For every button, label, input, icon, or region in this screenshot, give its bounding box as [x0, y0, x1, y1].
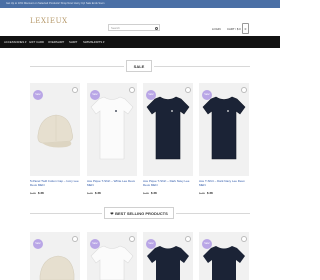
wishlist-heart-icon[interactable]: [72, 236, 78, 242]
product-price: $ 45 $ 38: [30, 191, 44, 195]
sale-badge: Sale!: [33, 90, 43, 100]
old-price: $ 45: [87, 191, 93, 195]
wishlist-heart-icon[interactable]: [129, 87, 135, 93]
sale-badge: Sale!: [33, 239, 43, 249]
announcement-bar: Get Up to 10% Discount on Selected Produ…: [0, 0, 280, 8]
nav-item-swimshorts[interactable]: SWIMSHORTS ▾: [83, 36, 104, 48]
cart-count-badge[interactable]: 0: [242, 23, 249, 34]
product-title[interactable]: Ace Pique T-Shirt – Dark Navy Lee Deux M…: [143, 179, 193, 187]
wishlist-heart-icon[interactable]: [241, 87, 247, 93]
main-nav: ACCESSORIES ▾ GIFT CARD OVERSHIRT SHIRT …: [0, 36, 280, 48]
divider: [154, 66, 250, 67]
best-selling-title-text: BEST SELLING PRODUCTS: [115, 211, 168, 216]
new-price: $ 38: [94, 191, 101, 195]
product-title[interactable]: 5-Panel Twill Cotton Cap – Ivory Lee Deu…: [30, 179, 80, 187]
wishlist-heart-icon[interactable]: [241, 236, 247, 242]
new-price: $ 38: [150, 191, 157, 195]
cart-link[interactable]: CART / $ 0: [227, 27, 241, 31]
wishlist-heart-icon[interactable]: [129, 236, 135, 242]
best-selling-title: ❤ BEST SELLING PRODUCTS: [104, 207, 174, 219]
site-logo[interactable]: LEXIEUX: [30, 17, 68, 25]
product-image[interactable]: Sale!: [143, 83, 193, 176]
product-image[interactable]: Sale!: [87, 83, 137, 176]
nav-item-overshirt[interactable]: OVERSHIRT: [48, 36, 64, 48]
product-title[interactable]: Ace T-Shirt – Dark Navy Lee Deux MEN: [199, 179, 249, 187]
product-price: $ 45 $ 38: [199, 191, 213, 195]
product-price: $ 45 $ 38: [143, 191, 157, 195]
product-image[interactable]: Sale!: [30, 232, 80, 280]
search-icon[interactable]: [154, 26, 158, 30]
best-selling-section-heading: ❤ BEST SELLING PRODUCTS: [0, 207, 280, 219]
old-price: $ 45: [143, 191, 149, 195]
wishlist-heart-icon[interactable]: [72, 87, 78, 93]
nav-item-accessories[interactable]: ACCESSORIES ▾: [4, 36, 26, 48]
sale-badge: Sale!: [146, 239, 156, 249]
old-price: $ 45: [199, 191, 205, 195]
product-image[interactable]: Sale!: [199, 232, 249, 280]
site-header: LEXIEUX Search LOGIN CART / $ 0 0: [0, 8, 280, 36]
wishlist-heart-icon[interactable]: [185, 236, 191, 242]
new-price: $ 38: [37, 191, 44, 195]
sale-badge: Sale!: [202, 90, 212, 100]
heart-icon: ❤: [110, 211, 114, 216]
sale-badge: Sale!: [90, 239, 100, 249]
wishlist-heart-icon[interactable]: [185, 87, 191, 93]
product-image[interactable]: Sale!: [87, 232, 137, 280]
product-image[interactable]: Sale!: [143, 232, 193, 280]
sale-title: SALE: [126, 60, 152, 72]
sale-badge: Sale!: [146, 90, 156, 100]
nav-item-gift-card[interactable]: GIFT CARD: [29, 36, 44, 48]
product-title[interactable]: Ace Pique T-Shirt – White Lee Deux MEN: [87, 179, 137, 187]
product-image[interactable]: Sale!: [199, 83, 249, 176]
search-placeholder: Search: [111, 26, 120, 30]
search-input[interactable]: Search: [108, 24, 160, 31]
announcement-text: Get Up to 10% Discount on Selected Produ…: [6, 2, 105, 5]
sale-badge: Sale!: [202, 239, 212, 249]
divider: [30, 213, 102, 214]
old-price: $ 45: [30, 191, 36, 195]
sale-badge: Sale!: [90, 90, 100, 100]
new-price: $ 38: [206, 191, 213, 195]
product-price: $ 45 $ 38: [87, 191, 101, 195]
product-image[interactable]: Sale!: [30, 83, 80, 176]
divider: [176, 213, 250, 214]
login-link[interactable]: LOGIN: [212, 27, 221, 31]
divider: [30, 66, 124, 67]
sale-section-heading: SALE: [0, 60, 280, 72]
nav-item-shirt[interactable]: SHIRT: [69, 36, 77, 48]
